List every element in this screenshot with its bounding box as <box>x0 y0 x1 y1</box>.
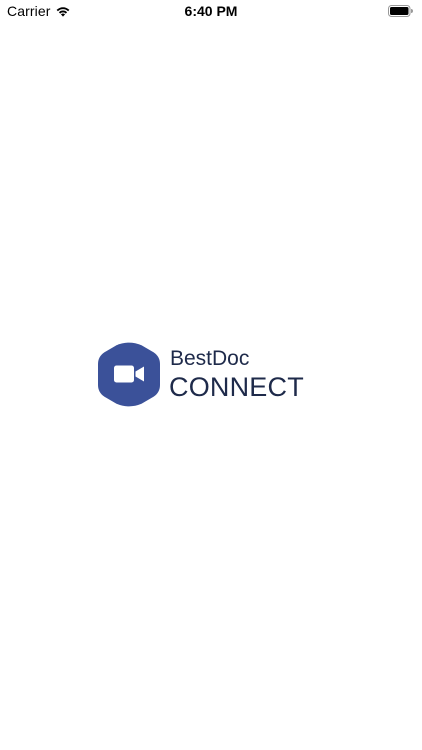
status-bar: Carrier 6:40 PM <box>0 0 422 22</box>
splash-logo: BestDoc CONNECT <box>98 341 308 409</box>
status-time: 6:40 PM <box>184 3 238 19</box>
brand-product: CONNECT <box>169 372 304 402</box>
brand-name: BestDoc <box>170 347 250 370</box>
battery-icon <box>388 5 413 17</box>
video-camera-icon <box>98 342 160 407</box>
